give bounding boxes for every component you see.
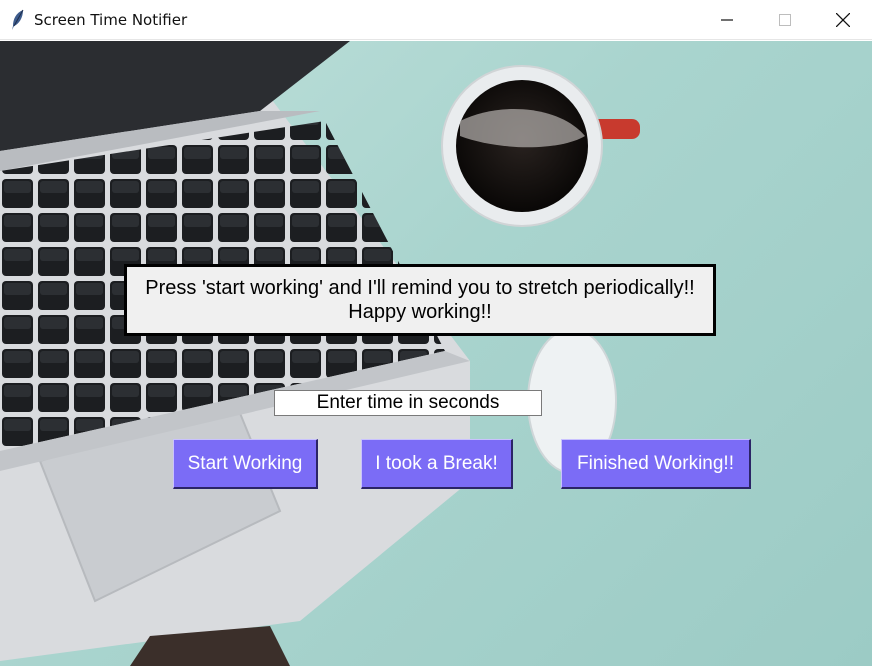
coffee-cup-image	[441, 65, 640, 227]
message-line-1: Press 'start working' and I'll remind yo…	[145, 277, 695, 299]
laptop-image	[0, 41, 470, 661]
start-working-button[interactable]: Start Working	[173, 439, 318, 489]
window-title: Screen Time Notifier	[34, 11, 188, 29]
close-button[interactable]	[814, 0, 872, 40]
message-line-2: Happy working!!	[348, 301, 492, 323]
close-icon	[836, 13, 850, 27]
minimize-icon	[721, 19, 733, 21]
time-seconds-input[interactable]	[274, 390, 542, 416]
took-break-button[interactable]: I took a Break!	[361, 439, 513, 489]
minimize-button[interactable]	[698, 0, 756, 40]
instruction-message: Press 'start working' and I'll remind yo…	[124, 264, 716, 336]
maximize-button[interactable]	[756, 0, 814, 40]
finished-working-button[interactable]: Finished Working!!	[561, 439, 751, 489]
title-bar: Screen Time Notifier	[0, 0, 872, 40]
background-image	[0, 41, 640, 666]
app-canvas: Press 'start working' and I'll remind yo…	[0, 41, 872, 666]
maximize-icon	[779, 14, 791, 26]
feather-icon	[12, 9, 24, 30]
